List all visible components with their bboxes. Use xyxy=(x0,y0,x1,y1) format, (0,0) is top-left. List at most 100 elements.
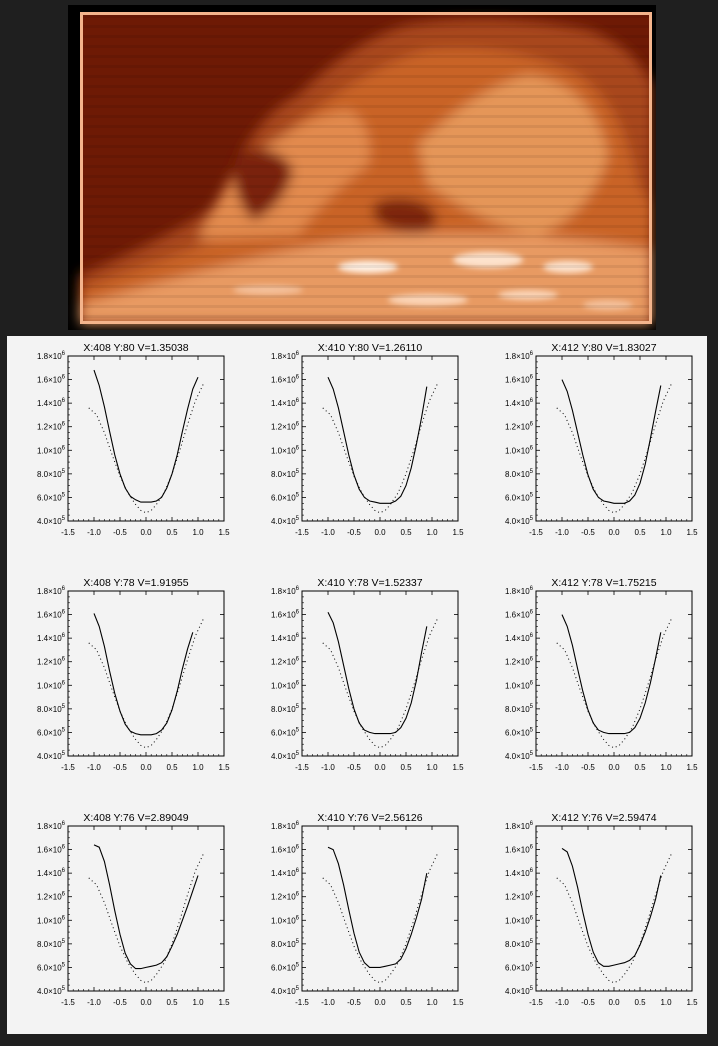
observed-profile-line xyxy=(327,611,428,735)
y-tick-label: 1.2×106 xyxy=(505,657,534,667)
x-tick-label: -1.0 xyxy=(321,998,335,1007)
y-tick-label: 1.4×106 xyxy=(37,633,66,643)
y-tick-label: 4.0×105 xyxy=(271,986,300,996)
profile-plot-4: X:408 Y:78 V=1.91955 -1.5 -1.0 -0.5 0.0 0.5 1.… xyxy=(37,577,230,772)
x-tick-label: 0.0 xyxy=(140,763,152,772)
profile-plots-panel: X:408 Y:80 V=1.35038 -1.5 -1.0 -0.5 0.0 0.5 1.… xyxy=(7,336,707,1034)
x-tick-label: 0.5 xyxy=(634,998,646,1007)
y-tick-label: 8.0×105 xyxy=(37,469,66,479)
x-tick-label: 0.0 xyxy=(140,998,152,1007)
y-tick-label: 1.6×106 xyxy=(37,610,66,620)
y-tick-label: 1.6×106 xyxy=(505,845,534,855)
y-tick-label: 6.0×105 xyxy=(505,727,534,737)
x-tick-label: -1.0 xyxy=(87,763,101,772)
y-tick-label: 8.0×105 xyxy=(271,704,300,714)
x-tick-label: 0.0 xyxy=(608,998,620,1007)
y-tick-label: 1.8×106 xyxy=(271,351,300,361)
x-tick-label: 0.5 xyxy=(166,998,178,1007)
y-tick-label: 8.0×105 xyxy=(505,469,534,479)
plot-title: X:408 Y:78 V=1.91955 xyxy=(83,577,188,589)
x-tick-label: 1.0 xyxy=(426,763,438,772)
x-tick-label: -1.0 xyxy=(87,998,101,1007)
y-tick-label: 1.2×106 xyxy=(37,422,66,432)
x-tick-label: 1.5 xyxy=(218,528,230,537)
y-tick-label: 1.8×106 xyxy=(505,586,534,596)
y-tick-label: 1.6×106 xyxy=(505,610,534,620)
x-tick-label: 0.5 xyxy=(166,528,178,537)
y-tick-label: 1.8×106 xyxy=(505,351,534,361)
plot-title: X:412 Y:80 V=1.83027 xyxy=(551,342,656,354)
profile-plot-6: X:412 Y:78 V=1.75215 -1.5 -1.0 -0.5 0.0 0.5 1.… xyxy=(505,577,698,772)
y-tick-label: 4.0×105 xyxy=(505,986,534,996)
y-tick-label: 6.0×105 xyxy=(271,492,300,502)
reference-profile-line xyxy=(322,854,438,984)
x-tick-label: -0.5 xyxy=(581,528,595,537)
y-tick-label: 8.0×105 xyxy=(37,939,66,949)
x-tick-label: -0.5 xyxy=(113,763,127,772)
y-tick-label: 4.0×105 xyxy=(505,516,534,526)
y-tick-label: 1.6×106 xyxy=(37,375,66,385)
x-tick-label: -1.0 xyxy=(321,528,335,537)
x-tick-label: -0.5 xyxy=(113,998,127,1007)
x-tick-label: 1.5 xyxy=(686,763,698,772)
plot-title: X:412 Y:76 V=2.59474 xyxy=(551,812,656,824)
y-tick-label: 1.8×106 xyxy=(271,821,300,831)
y-tick-label: 1.6×106 xyxy=(271,375,300,385)
observed-profile-line xyxy=(93,844,199,970)
x-tick-label: 1.0 xyxy=(660,998,672,1007)
plot-title: X:410 Y:76 V=2.56126 xyxy=(317,812,422,824)
y-tick-label: 1.4×106 xyxy=(271,633,300,643)
y-tick-label: 6.0×105 xyxy=(37,962,66,972)
profile-plot-5: X:410 Y:78 V=1.52337 -1.5 -1.0 -0.5 0.0 0.5 1.… xyxy=(271,577,464,772)
reference-profile-line xyxy=(322,384,438,514)
y-tick-label: 4.0×105 xyxy=(505,751,534,761)
x-tick-label: -1.0 xyxy=(555,998,569,1007)
x-tick-label: 1.0 xyxy=(426,528,438,537)
y-tick-label: 8.0×105 xyxy=(505,704,534,714)
y-tick-label: 8.0×105 xyxy=(37,704,66,714)
y-tick-label: 1.4×106 xyxy=(505,398,534,408)
y-tick-label: 1.2×106 xyxy=(505,892,534,902)
x-tick-label: -1.5 xyxy=(529,763,543,772)
plot-title: X:410 Y:78 V=1.52337 xyxy=(317,577,422,589)
y-tick-label: 1.4×106 xyxy=(37,868,66,878)
y-tick-label: 1.0×106 xyxy=(505,915,534,925)
x-tick-label: -0.5 xyxy=(581,763,595,772)
x-tick-label: 1.0 xyxy=(192,998,204,1007)
scan-lines xyxy=(80,12,652,324)
y-tick-label: 1.6×106 xyxy=(271,610,300,620)
y-tick-label: 1.8×106 xyxy=(37,821,66,831)
profile-plot-3: X:412 Y:80 V=1.83027 -1.5 -1.0 -0.5 0.0 0.5 1.… xyxy=(505,342,698,537)
reference-profile-line xyxy=(322,619,438,749)
x-tick-label: 1.0 xyxy=(660,763,672,772)
x-tick-label: 1.0 xyxy=(192,763,204,772)
x-tick-label: 0.5 xyxy=(400,528,412,537)
y-tick-label: 6.0×105 xyxy=(37,727,66,737)
profile-plot-9: X:412 Y:76 V=2.59474 -1.5 -1.0 -0.5 0.0 0.5 1.… xyxy=(505,812,698,1007)
x-tick-label: -0.5 xyxy=(347,763,361,772)
solar-image-frame xyxy=(68,5,656,330)
y-tick-label: 4.0×105 xyxy=(37,986,66,996)
y-tick-label: 1.0×106 xyxy=(271,915,300,925)
y-tick-label: 1.2×106 xyxy=(505,422,534,432)
plot-title: X:412 Y:78 V=1.75215 xyxy=(551,577,656,589)
reference-profile-line xyxy=(88,619,204,749)
reference-profile-line xyxy=(88,854,204,984)
observed-profile-line xyxy=(561,379,662,504)
x-tick-label: 1.5 xyxy=(218,763,230,772)
x-tick-label: 0.5 xyxy=(400,998,412,1007)
y-tick-label: 1.2×106 xyxy=(37,892,66,902)
profile-plot-8: X:410 Y:76 V=2.56126 -1.5 -1.0 -0.5 0.0 0.5 1.… xyxy=(271,812,464,1007)
x-tick-label: -1.5 xyxy=(61,763,75,772)
x-tick-label: -1.0 xyxy=(87,528,101,537)
x-tick-label: 0.5 xyxy=(166,763,178,772)
y-tick-label: 1.0×106 xyxy=(37,915,66,925)
x-tick-label: 0.0 xyxy=(608,763,620,772)
x-tick-label: 1.0 xyxy=(192,528,204,537)
y-tick-label: 1.0×106 xyxy=(271,680,300,690)
y-tick-label: 1.2×106 xyxy=(37,657,66,667)
y-tick-label: 4.0×105 xyxy=(271,751,300,761)
y-tick-label: 1.0×106 xyxy=(505,680,534,690)
x-tick-label: -1.5 xyxy=(529,528,543,537)
x-tick-label: 0.5 xyxy=(634,528,646,537)
